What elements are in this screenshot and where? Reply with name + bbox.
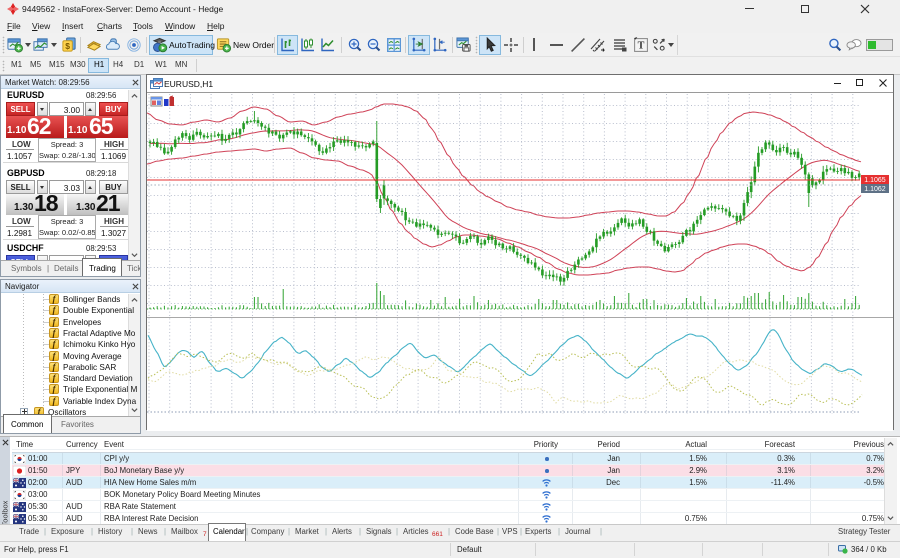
svg-text:1.1065: 1.1065 xyxy=(864,177,886,184)
svg-text:T: T xyxy=(638,41,645,52)
svg-text:$: $ xyxy=(65,41,70,51)
svg-text:1.1062: 1.1062 xyxy=(864,186,886,193)
